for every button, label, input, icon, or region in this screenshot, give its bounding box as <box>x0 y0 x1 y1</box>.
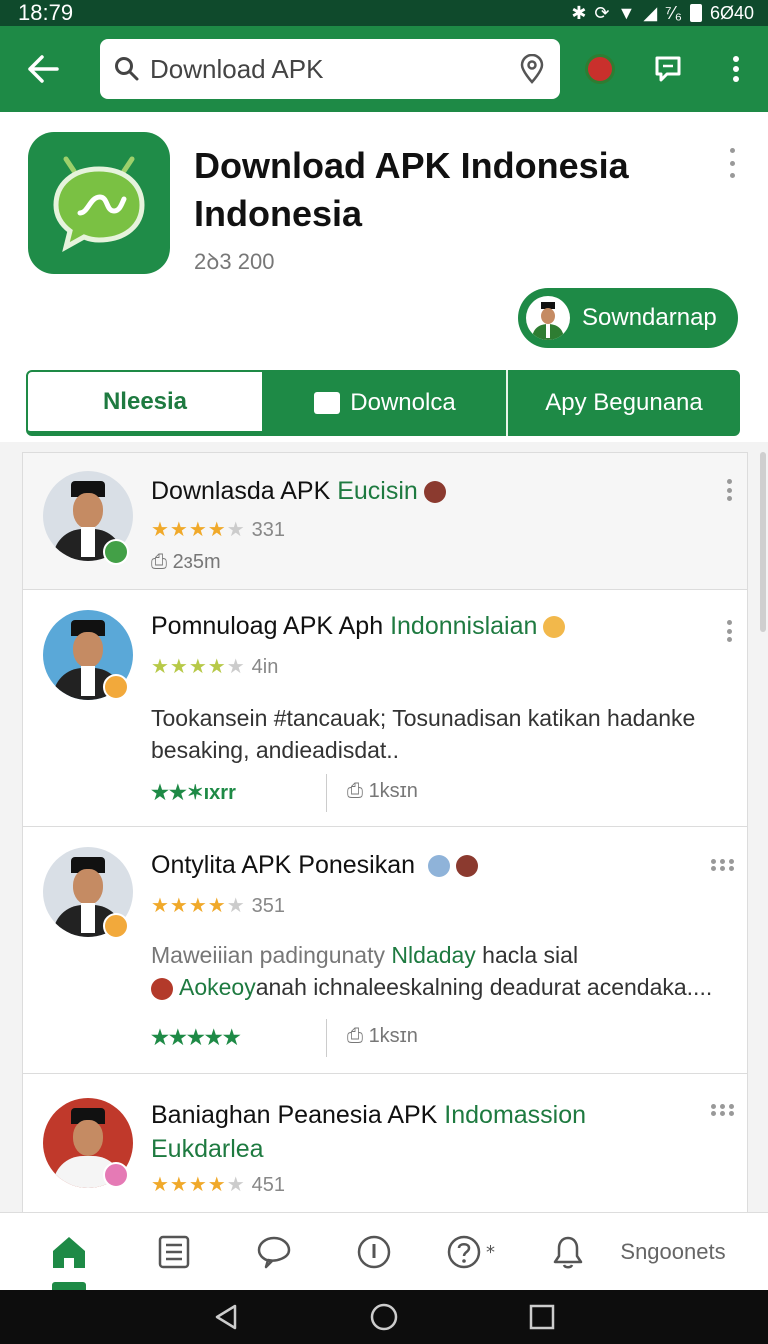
profile-flag-icon[interactable] <box>580 49 620 89</box>
flag-icon <box>423 481 446 504</box>
search-value: Download APK <box>150 53 324 84</box>
nav-home[interactable] <box>0 1213 138 1291</box>
badge-icon <box>103 1162 129 1188</box>
location-pin-icon[interactable] <box>518 54 546 84</box>
search-input[interactable]: Download APK <box>100 39 560 99</box>
app-stats: 2ꝺ3 200 <box>194 249 275 274</box>
battery-icon <box>689 4 702 22</box>
verified-badge-icon <box>103 539 129 565</box>
back-arrow-icon <box>28 55 59 83</box>
status-bar: 18:79 ✱ ⟳ ▼ ◢ ⁷⁄₆ 6Ø40 <box>0 0 768 26</box>
rating-stars: ★★★★★ 451 <box>151 1174 286 1196</box>
item-title: Baniaghan Peanesia APK Indomassion Eukdar… <box>151 1101 587 1163</box>
status-percent: ⁷⁄₆ <box>665 2 682 23</box>
item-description: Maweiiian padingunaty Nldaday hacla sial… <box>151 942 713 1000</box>
rating-stars: ★★★★★ 351 <box>151 895 286 917</box>
app-bar: Download APK <box>0 26 768 112</box>
tab-label: Downolca <box>350 389 456 416</box>
home-icon <box>53 1236 85 1268</box>
footer-rating: ★★★★★ <box>151 1027 241 1049</box>
install-button[interactable]: Sowndarnap <box>518 288 738 348</box>
avatar <box>526 296 570 340</box>
grid-menu-icon[interactable] <box>711 859 735 871</box>
badge-icon <box>103 913 129 939</box>
search-icon <box>115 57 139 81</box>
tab-bar: Nleesia Downolca Apy Begunana <box>26 370 740 436</box>
system-home-icon[interactable] <box>369 1302 399 1332</box>
app-logo <box>28 132 170 274</box>
avatar-mini-icon <box>427 855 450 878</box>
help-icon: * <box>447 1235 495 1268</box>
scrollbar[interactable] <box>760 452 766 632</box>
rating-stars: ★★★★★ 331 <box>151 519 286 541</box>
list-item[interactable]: Pomnuloag APK Aph Indonnislaian ★★★★★ 4in… <box>22 590 748 827</box>
download-count: ⎙ 1ksɪn <box>347 780 418 802</box>
grid-menu-icon[interactable] <box>711 1104 735 1116</box>
flag-icon <box>151 977 173 1000</box>
bluetooth-icon: ✱ <box>571 2 587 23</box>
wifi-icon: ▼ <box>617 2 636 23</box>
nav-notifications[interactable] <box>538 1213 598 1291</box>
divider <box>326 774 327 812</box>
svg-text:*: * <box>486 1242 495 1263</box>
nav-list[interactable] <box>138 1213 210 1291</box>
coin-icon <box>543 616 566 639</box>
app-title: Download APK Indonesia Indonesia <box>194 145 629 234</box>
bell-icon <box>553 1236 583 1268</box>
tab-overview[interactable]: Nleesia <box>26 370 264 436</box>
nav-help[interactable]: * <box>410 1213 538 1291</box>
system-nav-bar <box>0 1290 768 1344</box>
badge-icon <box>103 674 129 700</box>
signal-icon: ◢ <box>643 2 658 23</box>
list-icon <box>158 1235 190 1268</box>
system-recents-icon[interactable] <box>529 1304 555 1330</box>
sync-icon: ⟳ <box>594 2 610 23</box>
chat-icon <box>257 1236 291 1268</box>
footer-rating: ★★✶ıxrr <box>151 782 236 804</box>
bottom-nav: * Sngoonets <box>0 1212 768 1290</box>
more-icon[interactable] <box>723 620 735 642</box>
more-icon[interactable] <box>723 479 735 501</box>
rating-stars: ★★★★★ 4in <box>151 656 279 678</box>
status-time: 18:79 <box>18 0 74 25</box>
nav-active-indicator <box>52 1282 86 1290</box>
battery-text: 6Ø40 <box>709 2 754 23</box>
list-item[interactable]: Baniaghan Peanesia APK Indomassion Eukdar… <box>22 1074 748 1214</box>
system-back-icon[interactable] <box>213 1303 239 1331</box>
list-item[interactable]: Downlasda APK Eucisin ★★★★★ 331 ⎙ 2ɜ5m <box>22 452 748 590</box>
status-icons: ✱ ⟳ ▼ ◢ ⁷⁄₆ 6Ø40 <box>571 3 754 24</box>
chat-bubble-icon <box>53 156 145 252</box>
overflow-menu-icon[interactable] <box>716 49 756 89</box>
item-title: Downlasda APK Eucisin <box>151 477 446 506</box>
item-title: Ontylita APK Ponesikan <box>151 851 478 880</box>
download-box-icon <box>314 392 341 414</box>
item-meta: ⎙ 2ɜ5m <box>151 551 221 573</box>
nav-settings[interactable]: Sngoonets <box>598 1213 748 1291</box>
nav-label: Sngoonets <box>620 1238 726 1264</box>
nav-info[interactable] <box>338 1213 410 1291</box>
item-description: Tookansein #tancauak; Tosunadisan katika… <box>151 705 696 763</box>
divider <box>326 1019 327 1057</box>
flag-icon <box>455 855 478 878</box>
tab-download[interactable]: Downolca <box>264 370 508 436</box>
item-title: Pomnuloag APK Aph Indonnislaian <box>151 612 566 641</box>
download-count: ⎙ 1ksɪn <box>347 1025 418 1047</box>
tab-label: Apy Begunana <box>545 389 703 416</box>
feedback-icon[interactable] <box>648 49 688 89</box>
tab-label: Nleesia <box>102 387 188 415</box>
tab-apps[interactable]: Apy Begunana <box>508 370 740 436</box>
install-button-label: Sowndarnap <box>582 304 717 331</box>
nav-chat[interactable] <box>210 1213 338 1291</box>
list-item[interactable]: Ontylita APK Ponesikan ★★★★★ 351 Maweiiia… <box>22 827 748 1074</box>
header-more-icon[interactable] <box>720 148 744 178</box>
app-header: Download APK Indonesia Indonesia 2ꝺ3 200… <box>0 112 768 442</box>
info-icon <box>357 1235 391 1268</box>
back-button[interactable] <box>0 26 86 112</box>
app-list: Downlasda APK Eucisin ★★★★★ 331 ⎙ 2ɜ5m Po… <box>22 452 750 1214</box>
